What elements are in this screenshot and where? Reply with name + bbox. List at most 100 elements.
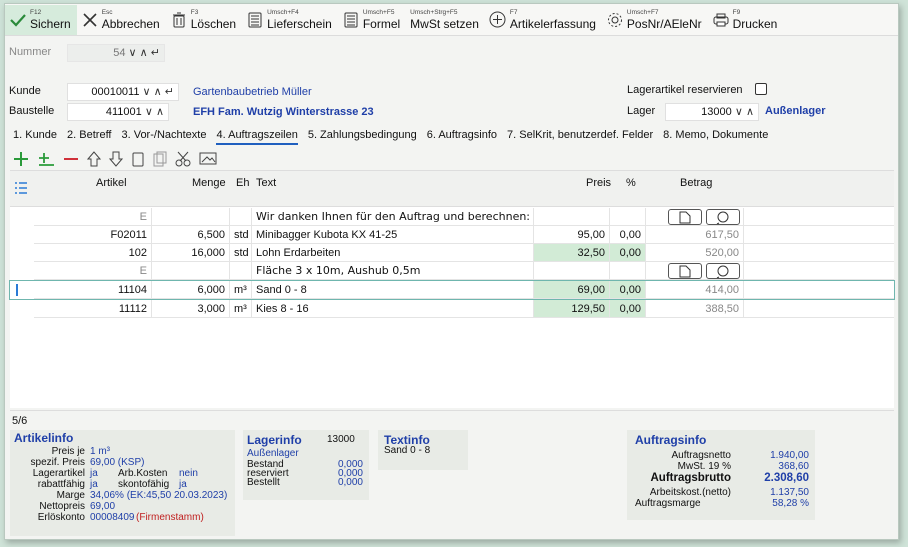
col-menge[interactable]: Menge [192,177,226,189]
cell-pct[interactable]: 0,00 [610,300,646,318]
cell-preis[interactable]: 95,00 [534,226,610,244]
vat-button[interactable]: Umsch+Strg+F5 MwSt setzen [406,5,485,35]
cell-eh[interactable]: std [230,226,252,244]
article-entry-button[interactable]: F7 Artikelerfassung [485,5,602,35]
reserve-checkbox[interactable] [755,83,767,95]
remove-row-icon[interactable] [63,151,79,170]
cell-betrag[interactable]: 617,50 [646,226,744,244]
cell-eh[interactable] [230,208,252,226]
tab-memo[interactable]: 8. Memo, Dokumente [663,129,768,145]
cell-text[interactable]: Fläche 3 x 10m, Aushub 0,5m [252,262,534,280]
document-button[interactable] [668,209,702,225]
cell-empty [744,300,894,318]
search-button[interactable] [706,263,740,279]
erloes-value[interactable]: 00008409 [90,512,135,524]
lagerinfo-name[interactable]: Außenlager [247,448,299,460]
tab-vor-nachtexte[interactable]: 3. Vor-/Nachtexte [121,129,206,145]
table-row[interactable]: E Fläche 3 x 10m, Aushub 0,5m [10,262,894,280]
table-row[interactable]: F02011 6,500 std Minibagger Kubota KX 41… [10,226,894,244]
cell-artikel[interactable]: 11104 [34,281,152,299]
cell-betrag[interactable]: 388,50 [646,300,744,318]
tab-kunde[interactable]: 1. Kunde [13,129,57,145]
move-up-icon[interactable] [86,150,102,170]
cell-pct[interactable]: 0,00 [610,244,646,262]
column-settings-icon[interactable] [14,181,28,198]
cell-artikel[interactable]: E [34,262,152,280]
lagerinfo-lager: 13000 [327,434,355,445]
delivery-note-button[interactable]: Umsch+F4 Lieferschein [242,5,338,35]
cell-menge[interactable]: 3,000 [152,300,230,318]
cell-preis[interactable] [534,262,610,280]
lager-name[interactable]: Außenlager [765,105,826,117]
add-row-icon[interactable] [13,151,29,170]
lager-field[interactable]: 13000 ∨ ∧ [665,103,759,121]
cell-artikel[interactable]: 11112 [34,300,152,318]
baustelle-name[interactable]: EFH Fam. Wutzig Winterstrasse 23 [193,106,374,118]
cell-menge[interactable] [152,262,230,280]
move-down-icon[interactable] [108,151,124,170]
delete-button[interactable]: F3 Löschen [166,5,242,35]
cell-betrag[interactable]: 520,00 [646,244,744,262]
cell-betrag[interactable]: 414,00 [646,281,744,299]
col-text[interactable]: Text [256,177,276,189]
col-artikel[interactable]: Artikel [96,177,127,189]
cell-text[interactable]: Wir danken Ihnen für den Auftrag und ber… [252,208,534,226]
cell-menge[interactable]: 6,000 [152,281,230,299]
tab-betreff[interactable]: 2. Betreff [67,129,111,145]
save-button[interactable]: F12 Sichern [5,4,77,35]
baustelle-field[interactable]: 411001 ∨ ∧ [67,103,169,121]
order-lines-table: Artikel Menge Eh Text Preis % Betrag E W… [9,170,895,408]
posnr-button[interactable]: Umsch+F7 PosNr/AEleNr [602,5,708,35]
table-row[interactable]: 11112 3,000 m³ Kies 8 - 16 129,50 0,00 3… [10,300,894,318]
cell-artikel[interactable]: E [34,208,152,226]
cell-menge[interactable] [152,208,230,226]
cell-eh[interactable]: m³ [230,300,252,318]
cell-pct[interactable]: 0,00 [610,281,646,299]
cell-text[interactable]: Kies 8 - 16 [252,300,534,318]
tab-zahlungsbedingung[interactable]: 5. Zahlungsbedingung [308,129,417,145]
table-row-selected[interactable]: 11104 6,000 m³ Sand 0 - 8 69,00 0,00 414… [9,280,895,300]
cell-text[interactable]: Lohn Erdarbeiten [252,244,534,262]
nummer-field[interactable]: 54 ∨ ∧ ↵ [67,44,165,62]
cell-preis[interactable]: 129,50 [534,300,610,318]
cell-artikel[interactable]: 102 [34,244,152,262]
col-preis[interactable]: Preis [586,177,611,189]
cell-preis[interactable] [534,208,610,226]
cell-preis[interactable]: 32,50 [534,244,610,262]
paste-icon[interactable] [153,151,167,170]
cell-text[interactable]: Minibagger Kubota KX 41-25 [252,226,534,244]
cell-pct[interactable]: 0,00 [610,226,646,244]
cell-artikel[interactable]: F02011 [34,226,152,244]
tab-auftragsinfo[interactable]: 6. Auftragsinfo [427,129,497,145]
tab-auftragszeilen[interactable]: 4. Auftragszeilen [216,129,298,145]
col-eh[interactable]: Eh [236,177,249,189]
col-pct[interactable]: % [626,177,636,189]
kunde-field[interactable]: 00010011 ∨ ∧ ↵ [67,83,179,101]
cut-icon[interactable] [175,151,191,170]
cell-text[interactable]: Sand 0 - 8 [252,281,534,299]
kunde-name[interactable]: Gartenbaubetrieb Müller [193,86,312,98]
vat-label: MwSt setzen [410,16,479,31]
search-button[interactable] [706,209,740,225]
tab-selkrit[interactable]: 7. SelKrit, benutzerdef. Felder [507,129,653,145]
table-row[interactable]: E Wir danken Ihnen für den Auftrag und b… [10,208,894,226]
cell-menge[interactable]: 16,000 [152,244,230,262]
cell-eh[interactable]: m³ [230,281,252,299]
cell-pct[interactable] [610,262,646,280]
col-betrag[interactable]: Betrag [680,177,712,189]
cell-eh[interactable]: std [230,244,252,262]
print-button[interactable]: F9 Drucken [708,5,784,35]
cell-preis[interactable]: 69,00 [534,281,610,299]
document-button[interactable] [668,263,702,279]
table-row[interactable]: 102 16,000 std Lohn Erdarbeiten 32,50 0,… [10,244,894,262]
cancel-button[interactable]: Esc Abbrechen [77,5,166,35]
image-icon[interactable] [199,151,217,170]
return-icon: ↵ [150,47,160,59]
cell-pct[interactable] [610,208,646,226]
insert-row-icon[interactable] [37,151,55,170]
formula-button[interactable]: Umsch+F5 Formel [338,5,406,35]
copy-icon[interactable] [131,151,145,170]
cell-eh[interactable] [230,262,252,280]
plus-circle-icon [489,11,507,29]
cell-menge[interactable]: 6,500 [152,226,230,244]
